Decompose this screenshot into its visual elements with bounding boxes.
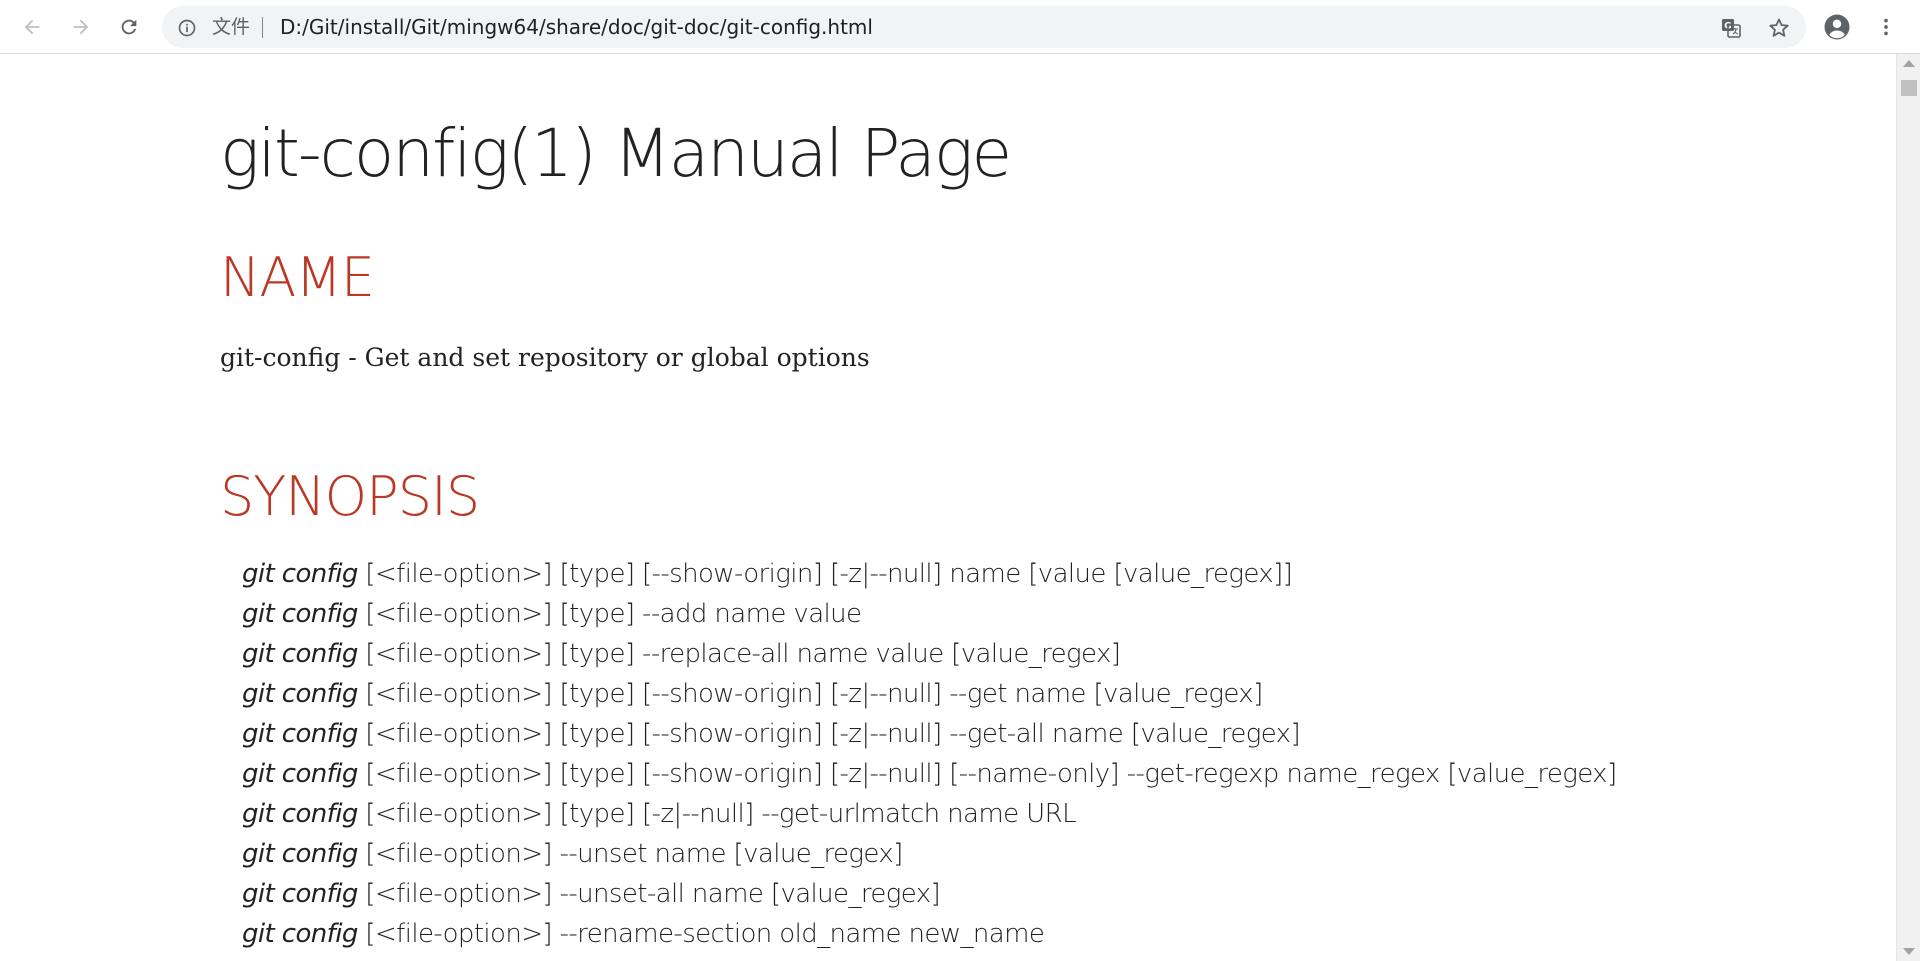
address-bar[interactable]: 文件 D:/Git/install/Git/mingw64/share/doc/… <box>162 6 1806 48</box>
arrow-right-icon <box>70 16 92 38</box>
scheme-divider <box>262 17 263 38</box>
synopsis-args: [<file-option>] [type] --add name value <box>357 599 862 629</box>
scroll-down-arrow-icon[interactable] <box>1903 948 1915 955</box>
synopsis-command: git config <box>242 799 358 829</box>
synopsis-line: git config [<file-option>] [type] --add … <box>242 594 1617 634</box>
reload-icon <box>118 16 140 38</box>
page-viewport: git-config(1) Manual Page NAME git-confi… <box>0 54 1896 961</box>
synopsis-line: git config [<file-option>] [type] [-z|--… <box>242 794 1617 834</box>
synopsis-command: git config <box>242 639 358 669</box>
synopsis-line: git config [<file-option>] --unset name … <box>242 834 1617 874</box>
synopsis-args: [<file-option>] [type] --replace-all nam… <box>357 639 1121 669</box>
synopsis-args: [<file-option>] [type] [--show-origin] [… <box>357 759 1617 789</box>
info-circle-icon[interactable] <box>176 17 198 39</box>
synopsis-line: git config [<file-option>] --unset-all n… <box>242 874 1617 914</box>
synopsis-command: git config <box>242 559 358 589</box>
synopsis-args: [<file-option>] [type] [-z|--null] --get… <box>357 799 1076 829</box>
star-icon[interactable] <box>1766 15 1792 41</box>
synopsis-line: git config [<file-option>] --rename-sect… <box>242 914 1617 954</box>
vertical-scrollbar[interactable] <box>1896 54 1920 961</box>
section-heading-name: NAME <box>220 246 375 309</box>
synopsis-args: [<file-option>] --rename-section old_nam… <box>357 919 1045 949</box>
browser-toolbar: 文件 D:/Git/install/Git/mingw64/share/doc/… <box>0 0 1920 54</box>
back-button[interactable] <box>15 10 49 44</box>
synopsis-args: [<file-option>] --unset name [value_rege… <box>357 839 903 869</box>
section-heading-synopsis: SYNOPSIS <box>220 465 480 528</box>
forward-button[interactable] <box>64 10 98 44</box>
account-circle-icon <box>1822 12 1852 42</box>
reload-button[interactable] <box>112 10 146 44</box>
synopsis-line: git config [<file-option>] [type] [--sho… <box>242 714 1617 754</box>
synopsis-line: git config [<file-option>] [type] [--sho… <box>242 554 1617 594</box>
synopsis-line: git config [<file-option>] [type] [--sho… <box>242 674 1617 714</box>
synopsis-block: git config [<file-option>] [type] [--sho… <box>242 554 1617 954</box>
synopsis-command: git config <box>242 759 358 789</box>
synopsis-args: [<file-option>] [type] [--show-origin] [… <box>357 719 1300 749</box>
url-text[interactable]: D:/Git/install/Git/mingw64/share/doc/git… <box>280 6 873 48</box>
translate-icon[interactable]: G <box>1718 15 1744 41</box>
synopsis-command: git config <box>242 719 358 749</box>
synopsis-line: git config [<file-option>] [type] [--sho… <box>242 754 1617 794</box>
arrow-left-icon <box>21 16 43 38</box>
synopsis-command: git config <box>242 679 358 709</box>
synopsis-line: git config [<file-option>] [type] --repl… <box>242 634 1617 674</box>
kebab-menu-icon <box>1875 16 1897 38</box>
synopsis-args: [<file-option>] --unset-all name [value_… <box>357 879 941 909</box>
synopsis-command: git config <box>242 919 358 949</box>
synopsis-command: git config <box>242 599 358 629</box>
scroll-up-arrow-icon[interactable] <box>1903 60 1915 67</box>
synopsis-args: [<file-option>] [type] [--show-origin] [… <box>357 679 1263 709</box>
menu-button[interactable] <box>1869 10 1903 44</box>
synopsis-command: git config <box>242 839 358 869</box>
scroll-thumb[interactable] <box>1901 80 1917 96</box>
page-title: git-config(1) Manual Page <box>220 115 1012 192</box>
profile-button[interactable] <box>1820 10 1854 44</box>
scheme-label: 文件 <box>212 16 251 38</box>
synopsis-args: [<file-option>] [type] [--show-origin] [… <box>357 559 1293 589</box>
synopsis-command: git config <box>242 879 358 909</box>
name-description: git-config - Get and set repository or g… <box>220 343 870 372</box>
